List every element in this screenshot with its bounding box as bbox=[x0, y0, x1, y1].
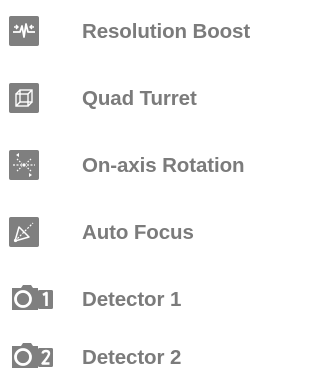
auto-focus-icon bbox=[9, 217, 39, 247]
feature-label: Detector 1 bbox=[82, 288, 182, 311]
quad-turret-icon bbox=[9, 83, 39, 113]
feature-label: Quad Turret bbox=[82, 87, 197, 110]
on-axis-rotation-icon bbox=[9, 150, 39, 180]
feature-label: Detector 2 bbox=[82, 346, 182, 369]
feature-label: On-axis Rotation bbox=[82, 154, 245, 177]
feature-label: Auto Focus bbox=[82, 221, 194, 244]
detector-2-icon bbox=[9, 342, 53, 372]
feature-auto-focus: Auto Focus bbox=[0, 213, 289, 253]
detector-1-icon bbox=[9, 284, 53, 314]
resolution-boost-icon bbox=[9, 16, 39, 46]
feature-quad-turret: Quad Turret bbox=[0, 79, 289, 119]
feature-detector-1: Detector 1 bbox=[0, 280, 289, 320]
feature-label: Resolution Boost bbox=[82, 20, 251, 43]
feature-detector-2: Detector 2 bbox=[0, 338, 289, 378]
feature-resolution-boost: Resolution Boost bbox=[0, 12, 289, 52]
feature-list: Resolution Boost Quad Turret On-axis Rot… bbox=[0, 0, 289, 379]
feature-on-axis-rotation: On-axis Rotation bbox=[0, 146, 289, 186]
